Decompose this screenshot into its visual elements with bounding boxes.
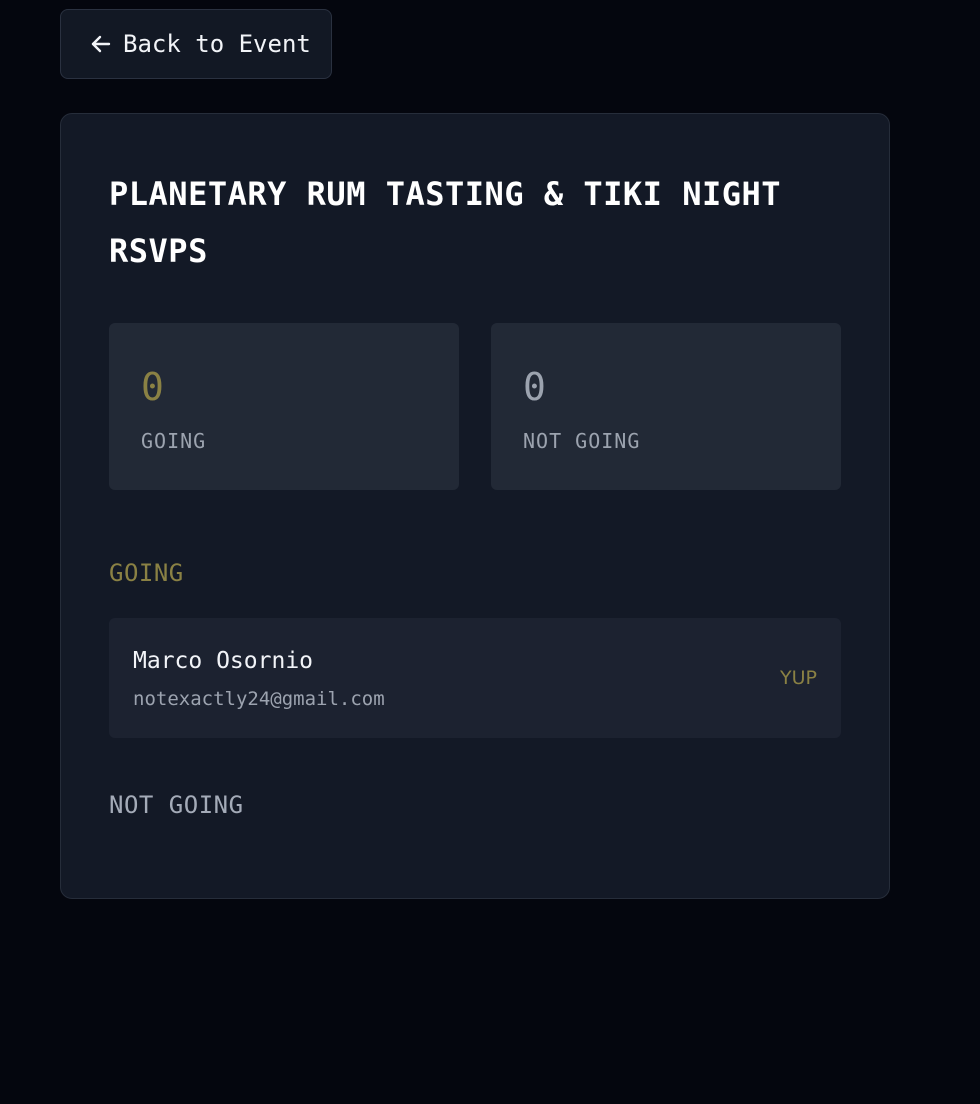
not-going-count: 0 (523, 365, 546, 409)
not-going-stat-box: 0 NOT GOING (491, 323, 841, 490)
going-count: 0 (141, 365, 164, 409)
arrow-left-icon (89, 32, 113, 56)
back-button-label: Back to Event (123, 30, 311, 58)
attendee-status-badge: YUP (780, 667, 817, 689)
back-to-event-button[interactable]: Back to Event (60, 9, 332, 79)
not-going-section-heading: NOT GOING (109, 791, 244, 819)
page-title: PLANETARY RUM TASTING & TIKI NIGHT RSVPS (109, 175, 782, 270)
not-going-count-label: NOT GOING (523, 429, 641, 453)
going-stat-box: 0 GOING (109, 323, 459, 490)
attendee-row: Marco Osornio notexactly24@gmail.com YUP (109, 618, 841, 738)
going-count-label: GOING (141, 429, 207, 453)
going-section-heading: GOING (109, 559, 184, 587)
attendee-name: Marco Osornio (133, 648, 314, 674)
attendee-email: notexactly24@gmail.com (133, 688, 385, 710)
rsvp-card: PLANETARY RUM TASTING & TIKI NIGHT RSVPS… (60, 113, 890, 899)
